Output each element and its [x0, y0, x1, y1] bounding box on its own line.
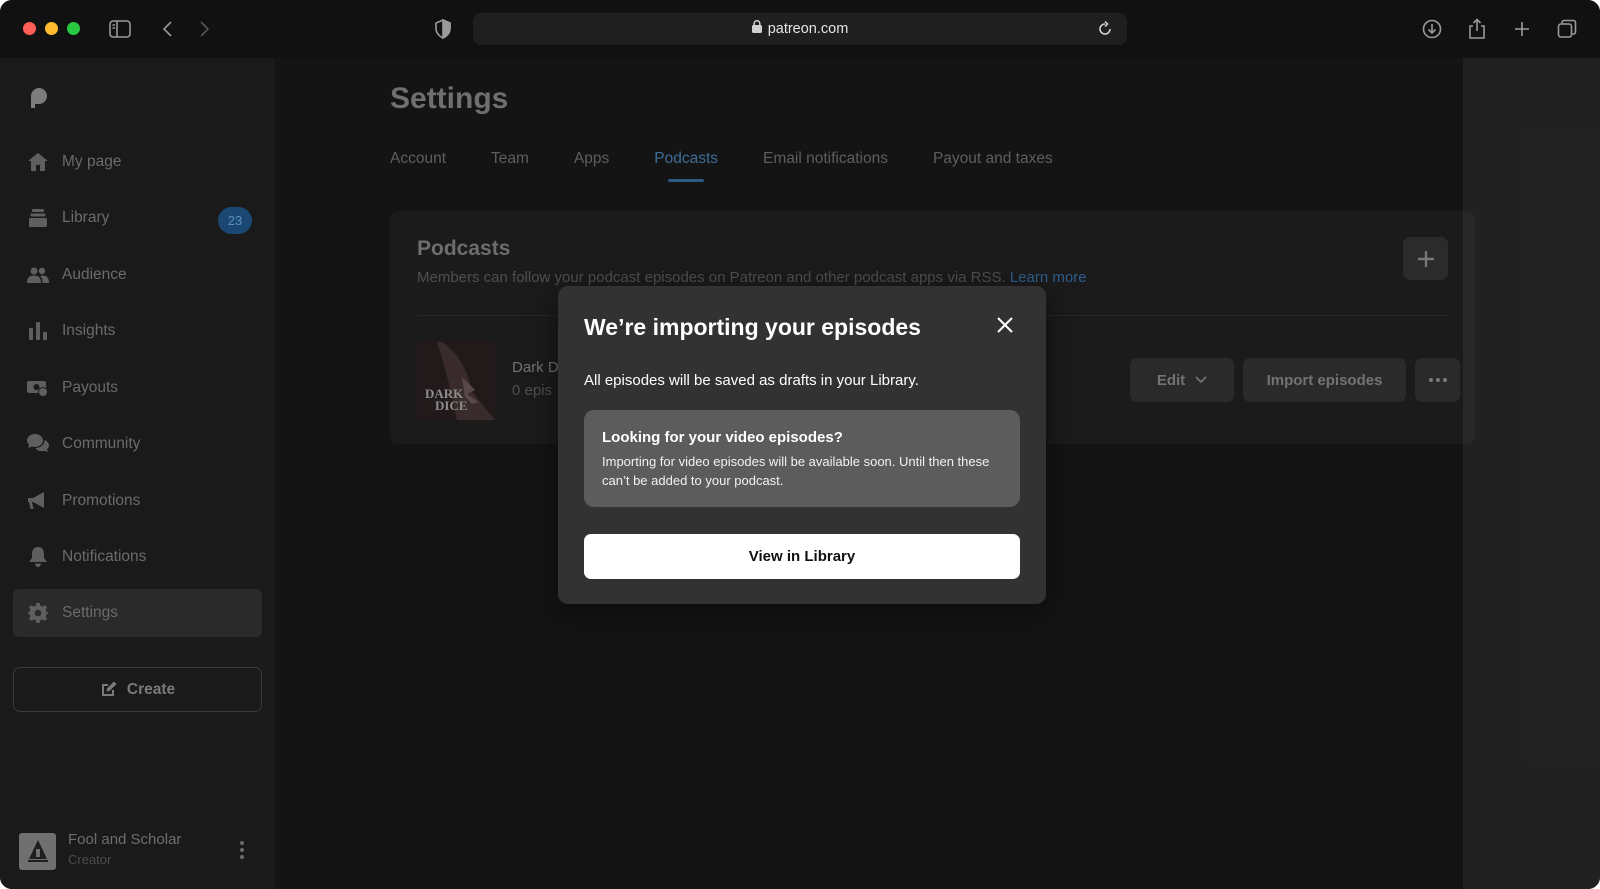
info-text: Importing for video episodes will be ava…	[602, 454, 990, 488]
close-icon	[997, 317, 1013, 333]
edit-label: Edit	[1156, 371, 1186, 389]
lock-icon	[751, 20, 762, 38]
new-tab-icon[interactable]	[1510, 17, 1534, 41]
podcast-name: Dark D	[512, 359, 559, 376]
import-episodes-button[interactable]: Import episodes	[1243, 358, 1406, 402]
forward-icon[interactable]	[192, 17, 216, 41]
sidebar-item-payouts[interactable]: Payouts	[13, 364, 262, 412]
profile-name: Fool and Scholar	[68, 831, 182, 848]
podcast-episode-count: 0 epis	[512, 382, 553, 399]
edit-dropdown-button[interactable]: Edit	[1130, 358, 1234, 402]
sidebar-item-label: My page	[62, 153, 122, 170]
back-icon[interactable]	[156, 17, 180, 41]
insights-icon	[27, 320, 49, 342]
chevron-down-icon	[1195, 376, 1207, 384]
share-icon[interactable]	[1465, 17, 1489, 41]
sidebar-item-label: Promotions	[62, 492, 141, 509]
tab-payout-and-taxes[interactable]: Payout and taxes	[933, 150, 1053, 182]
view-in-library-button[interactable]: View in Library	[584, 534, 1020, 579]
settings-tabs: Account Team Apps Podcasts Email notific…	[390, 150, 1098, 182]
sidebar-item-library[interactable]: Library 23	[13, 194, 262, 242]
more-horizontal-icon	[1428, 378, 1447, 382]
megaphone-icon	[27, 490, 49, 512]
sidebar-item-label: Notifications	[62, 548, 147, 565]
minimize-window-button[interactable]	[45, 22, 58, 35]
plus-icon	[1417, 250, 1434, 267]
tab-team[interactable]: Team	[491, 150, 529, 182]
create-button[interactable]: Create	[13, 667, 262, 712]
sidebar-toggle-icon[interactable]	[108, 17, 132, 41]
view-in-library-label: View in Library	[748, 548, 856, 565]
home-icon	[27, 151, 49, 173]
sidebar-item-audience[interactable]: Audience	[13, 251, 262, 299]
sidebar-item-label: Payouts	[62, 379, 119, 396]
page-title: Settings	[390, 82, 509, 115]
sidebar-item-community[interactable]: Community	[13, 420, 262, 468]
browser-window: patreon.com My page Library 23 Audience …	[0, 0, 1600, 889]
sidebar-item-label: Audience	[62, 266, 127, 283]
sidebar-item-promotions[interactable]: Promotions	[13, 477, 262, 525]
podcast-artwork: DARK DICE	[417, 342, 495, 420]
community-icon	[27, 433, 49, 455]
create-label: Create	[126, 680, 176, 698]
podcasts-card-description: Members can follow your podcast episodes…	[417, 269, 1087, 286]
close-window-button[interactable]	[23, 22, 36, 35]
edit-icon	[101, 681, 117, 696]
avatar	[19, 833, 56, 870]
sidebar-item-label: Community	[62, 435, 141, 452]
tab-email-notifications[interactable]: Email notifications	[763, 150, 888, 182]
library-icon	[27, 207, 49, 229]
sidebar-item-settings[interactable]: Settings	[13, 589, 262, 637]
modal-title: We’re importing your episodes	[584, 314, 921, 340]
gear-icon	[27, 602, 49, 624]
profile-menu[interactable]: Fool and Scholar Creator	[19, 831, 264, 871]
url-text: patreon.com	[767, 21, 849, 37]
sidebar-item-label: Settings	[62, 604, 119, 621]
sidebar: My page Library 23 Audience Insights Pay…	[0, 58, 275, 889]
audience-icon	[27, 264, 49, 286]
add-podcast-button[interactable]	[1403, 237, 1448, 280]
tab-podcasts[interactable]: Podcasts	[654, 150, 718, 182]
tab-apps[interactable]: Apps	[574, 150, 609, 182]
tab-account[interactable]: Account	[390, 150, 446, 182]
learn-more-link[interactable]: Learn more	[1010, 269, 1087, 286]
zoom-window-button[interactable]	[67, 22, 80, 35]
sidebar-item-notifications[interactable]: Notifications	[13, 533, 262, 581]
tab-overview-icon[interactable]	[1555, 17, 1579, 41]
video-info-box: Looking for your video episodes? Importi…	[584, 410, 1020, 507]
import-label: Import episodes	[1266, 371, 1383, 389]
sidebar-item-my-page[interactable]: My page	[13, 138, 262, 186]
more-vertical-icon[interactable]	[240, 841, 244, 864]
modal-text: All episodes will be saved as drafts in …	[584, 372, 919, 389]
close-modal-button[interactable]	[992, 312, 1018, 338]
podcasts-card-title: Podcasts	[417, 237, 511, 260]
podcast-art-text: DARK DICE	[425, 386, 468, 413]
overlay-edge	[1463, 58, 1600, 889]
sidebar-item-label: Library	[62, 209, 110, 226]
patreon-logo-icon[interactable]	[28, 86, 52, 110]
bell-icon	[27, 546, 49, 568]
profile-role: Creator	[68, 852, 112, 867]
sidebar-item-label: Insights	[62, 322, 116, 339]
reload-icon[interactable]	[1093, 17, 1117, 41]
info-title: Looking for your video episodes?	[602, 429, 843, 446]
download-icon[interactable]	[1420, 17, 1444, 41]
address-bar[interactable]: patreon.com	[473, 13, 1127, 45]
shield-icon[interactable]	[431, 17, 455, 41]
payouts-icon	[27, 377, 49, 399]
import-modal: We’re importing your episodes All episod…	[558, 286, 1046, 604]
more-options-button[interactable]	[1415, 358, 1460, 402]
browser-toolbar: patreon.com	[0, 0, 1600, 58]
sidebar-item-insights[interactable]: Insights	[13, 307, 262, 355]
library-count-badge: 23	[218, 207, 252, 234]
description-text: Members can follow your podcast episodes…	[417, 269, 1006, 286]
